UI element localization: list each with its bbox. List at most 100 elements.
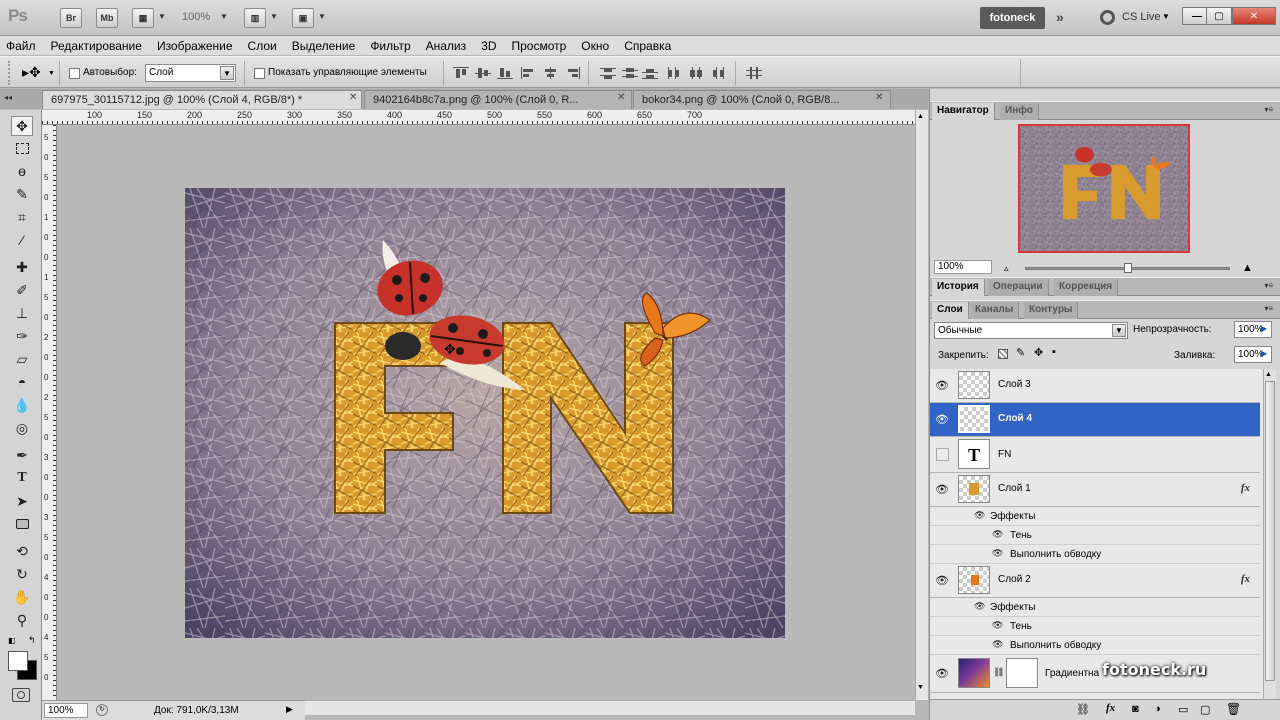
- panel-menu-icon[interactable]: ▾≡: [1264, 105, 1273, 114]
- move-tool-icon[interactable]: ✥: [11, 116, 33, 136]
- distribute-left-icon[interactable]: [667, 67, 683, 79]
- screen-mode-button[interactable]: ▣: [292, 8, 314, 28]
- pen-tool-icon[interactable]: ✒: [11, 445, 33, 465]
- bridge-button[interactable]: Br: [60, 8, 82, 28]
- distribute-bottom-icon[interactable]: [642, 67, 658, 79]
- align-left-icon[interactable]: [521, 67, 537, 79]
- eye-icon[interactable]: 👁: [992, 639, 1003, 650]
- effect-row-stroke[interactable]: 👁 Выполнить обводку: [930, 545, 1260, 564]
- tab-channels[interactable]: Каналы: [970, 302, 1020, 319]
- opacity-arrow-icon[interactable]: ▶: [1261, 324, 1267, 333]
- fx-icon[interactable]: fx: [1241, 482, 1250, 494]
- quick-select-tool-icon[interactable]: ✎: [11, 184, 33, 204]
- layers-scrollbar[interactable]: ▲: [1263, 369, 1276, 699]
- swap-colors-icon[interactable]: ↰: [28, 635, 36, 646]
- status-info-icon[interactable]: ↻: [96, 704, 108, 716]
- rectangle-tool-icon[interactable]: [11, 514, 33, 534]
- menu-filter[interactable]: Фильтр: [370, 39, 410, 53]
- effect-row-stroke[interactable]: 👁 Выполнить обводку: [930, 636, 1260, 655]
- type-tool-icon[interactable]: T: [11, 468, 33, 488]
- align-bottom-icon[interactable]: [497, 67, 513, 79]
- chevron-down-icon[interactable]: ▼: [158, 12, 166, 21]
- foreground-color-swatch[interactable]: [8, 651, 28, 671]
- menu-analysis[interactable]: Анализ: [426, 39, 467, 53]
- history-brush-tool-icon[interactable]: ✑: [11, 326, 33, 346]
- tab-document-1[interactable]: 697975_30115712.jpg @ 100% (Слой 4, RGB/…: [42, 90, 362, 109]
- align-top-icon[interactable]: [453, 67, 469, 79]
- status-menu-arrow-icon[interactable]: ▶: [286, 704, 293, 715]
- eye-icon[interactable]: 👁: [974, 601, 985, 612]
- menu-view[interactable]: Просмотр: [511, 39, 566, 53]
- fx-icon[interactable]: fx: [1241, 573, 1250, 585]
- new-layer-icon[interactable]: ▢: [1200, 703, 1210, 716]
- collapse-icon[interactable]: ◂◂: [4, 93, 12, 102]
- panel-menu-icon[interactable]: ▾≡: [1264, 304, 1273, 313]
- eye-icon[interactable]: 👁: [935, 483, 949, 496]
- adjustment-layer-icon[interactable]: ◑: [1154, 703, 1161, 715]
- paint-bucket-tool-icon[interactable]: ◓: [11, 372, 33, 392]
- layer-row-4[interactable]: 👁 Слой 4: [930, 403, 1260, 437]
- tab-document-2[interactable]: 9402164b8c7a.png @ 100% (Слой 0, R...: [364, 90, 632, 109]
- move-tool-preset-icon[interactable]: ▸✥: [22, 64, 41, 81]
- chevron-down-icon[interactable]: ▼: [270, 12, 278, 21]
- tab-document-3[interactable]: bokor34.png @ 100% (Слой 0, RGB/8...: [633, 90, 891, 109]
- chevron-down-icon[interactable]: ▼: [318, 12, 326, 21]
- layer-row-fn[interactable]: T FN: [930, 437, 1260, 473]
- lock-transparency-icon[interactable]: [998, 349, 1008, 359]
- panel-menu-icon[interactable]: ▾≡: [1264, 281, 1273, 290]
- eye-icon[interactable]: 👁: [935, 574, 949, 587]
- eye-icon[interactable]: 👁: [992, 529, 1003, 540]
- grip-handle[interactable]: [8, 61, 12, 85]
- workspace-button[interactable]: fotoneck: [980, 7, 1045, 29]
- hand-tool-icon[interactable]: ✋: [11, 587, 33, 607]
- tab-navigator[interactable]: Навигатор: [932, 103, 995, 120]
- 3d-orbit-tool-icon[interactable]: ↻: [11, 564, 33, 584]
- cs-live-label[interactable]: CS Live: [1122, 11, 1161, 23]
- eye-icon[interactable]: 👁: [992, 620, 1003, 631]
- arrange-documents-button[interactable]: ▥: [244, 8, 266, 28]
- menu-file[interactable]: Файл: [6, 39, 36, 53]
- healing-brush-tool-icon[interactable]: ✚: [11, 257, 33, 277]
- trash-icon[interactable]: 🗑: [1226, 702, 1241, 716]
- close-icon[interactable]: ✕: [349, 92, 357, 103]
- eye-icon[interactable]: 👁: [935, 413, 949, 426]
- cs-live-icon[interactable]: [1100, 10, 1115, 25]
- navigator-zoom-field[interactable]: 100%: [934, 260, 992, 274]
- tab-paths[interactable]: Контуры: [1024, 302, 1079, 319]
- blend-mode-dropdown[interactable]: Обычные ▼: [934, 322, 1128, 339]
- distribute-vcenter-icon[interactable]: [622, 67, 638, 79]
- maximize-button[interactable]: ▢: [1206, 7, 1232, 25]
- add-style-icon[interactable]: fx: [1106, 702, 1115, 714]
- scroll-up-icon[interactable]: ▲: [1265, 371, 1272, 378]
- zoom-tool-icon[interactable]: ⚲: [11, 610, 33, 630]
- autoselect-checkbox[interactable]: [69, 68, 80, 79]
- add-mask-icon[interactable]: ◙: [1132, 703, 1139, 715]
- link-layers-icon[interactable]: ⛓: [1076, 703, 1090, 716]
- eye-icon[interactable]: 👁: [974, 510, 985, 521]
- more-workspaces-icon[interactable]: »: [1056, 9, 1064, 25]
- distribute-right-icon[interactable]: [711, 67, 727, 79]
- eye-icon[interactable]: 👁: [992, 548, 1003, 559]
- menu-help[interactable]: Справка: [624, 39, 671, 53]
- align-hcenter-icon[interactable]: [543, 67, 559, 79]
- visibility-toggle[interactable]: [936, 448, 949, 461]
- tab-info[interactable]: Инфо: [1000, 103, 1039, 120]
- auto-align-icon[interactable]: [746, 67, 762, 79]
- effect-row-shadow[interactable]: 👁 Тень: [930, 526, 1260, 545]
- status-zoom-field[interactable]: 100%: [44, 703, 88, 718]
- new-group-icon[interactable]: ▭: [1178, 703, 1188, 716]
- distribute-top-icon[interactable]: [600, 67, 616, 79]
- clone-stamp-tool-icon[interactable]: ⊥: [11, 303, 33, 323]
- close-icon[interactable]: ✕: [875, 92, 883, 103]
- scroll-down-icon[interactable]: ▼: [917, 684, 924, 691]
- layer-row-3[interactable]: 👁 Слой 3: [930, 369, 1260, 403]
- quick-mask-icon[interactable]: [12, 688, 30, 702]
- menu-layers[interactable]: Слои: [248, 39, 277, 53]
- lock-all-icon[interactable]: ▪: [1052, 346, 1056, 358]
- effect-row-shadow[interactable]: 👁 Тень: [930, 617, 1260, 636]
- align-right-icon[interactable]: [565, 67, 581, 79]
- chevron-down-icon[interactable]: ▼: [1162, 12, 1170, 21]
- show-controls-checkbox[interactable]: [254, 68, 265, 79]
- distribute-hcenter-icon[interactable]: [689, 67, 705, 79]
- lock-pixels-icon[interactable]: ✎: [1016, 346, 1025, 359]
